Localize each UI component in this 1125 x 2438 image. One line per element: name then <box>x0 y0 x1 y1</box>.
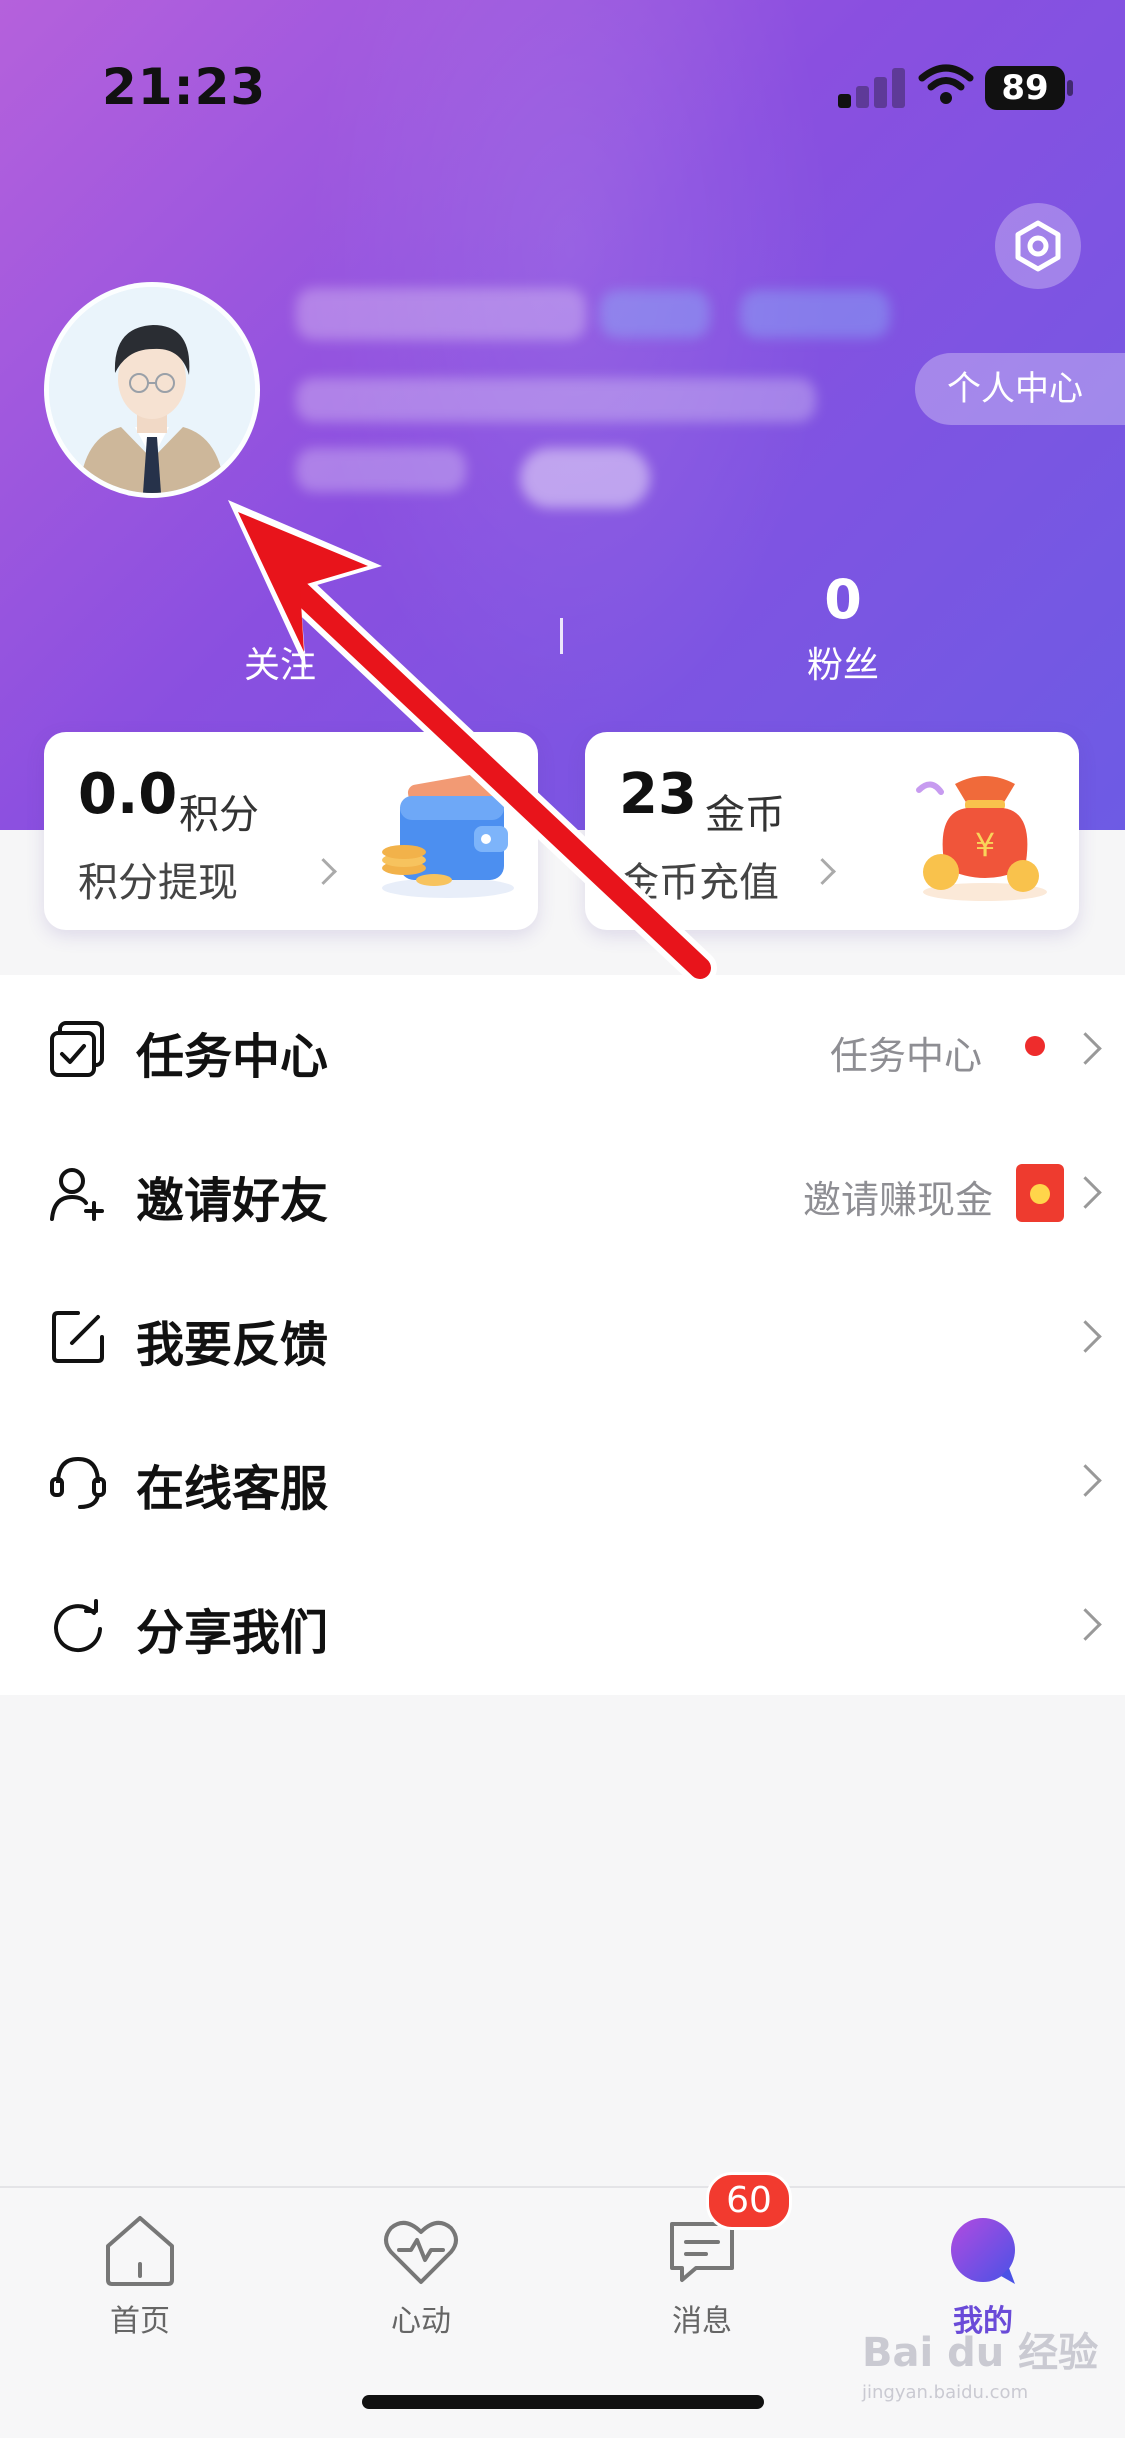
tab-heartbeat[interactable]: 心动 <box>341 2212 501 2340</box>
menu-item-share-us[interactable]: 分享我们 <box>0 1551 1125 1695</box>
fans-count: 0 <box>824 568 862 631</box>
red-envelope-icon <box>1016 1164 1064 1222</box>
message-count-badge: 60 <box>706 2172 792 2230</box>
home-icon <box>106 2216 174 2286</box>
share-icon <box>54 1599 102 1653</box>
menu-item-online-support[interactable]: 在线客服 <box>0 1407 1125 1551</box>
tab-home[interactable]: 首页 <box>60 2212 220 2340</box>
status-bar: 21:23 89 <box>0 0 1125 140</box>
points-value: 0.0 <box>78 762 178 827</box>
points-card[interactable]: 0.0 积分 积分提现 <box>44 732 538 930</box>
menu-list: 任务中心 任务中心 邀请好友 邀请赚现金 我要反馈 在线客服 分享我们 <box>0 975 1125 1695</box>
coins-value: 23 <box>619 762 697 827</box>
chevron-right-icon <box>1069 1176 1102 1209</box>
settings-hexagon-icon <box>1015 220 1061 272</box>
avatar-illustration <box>49 287 255 493</box>
blurred-edit-pill <box>520 448 650 508</box>
blurred-username <box>296 288 586 340</box>
menu-item-label: 分享我们 <box>136 1605 329 1661</box>
battery-indicator: 89 <box>985 66 1065 110</box>
coins-unit: 金币 <box>705 792 785 838</box>
blurred-tag <box>600 290 710 338</box>
svg-text:¥: ¥ <box>975 826 995 864</box>
tab-label: 心动 <box>391 2304 451 2339</box>
menu-item-label: 任务中心 <box>136 1029 329 1085</box>
watermark-url: jingyan.baidu.com <box>862 2382 1029 2403</box>
settings-button[interactable] <box>995 203 1081 289</box>
tab-messages[interactable]: 消息 <box>622 2212 782 2340</box>
coins-card[interactable]: 23 金币 金币充值 ¥ <box>585 732 1079 930</box>
fans-label: 粉丝 <box>806 645 879 686</box>
points-unit: 积分 <box>179 792 259 838</box>
headset-icon <box>50 1456 106 1509</box>
menu-item-label: 我要反馈 <box>136 1317 329 1373</box>
menu-item-label: 邀请好友 <box>136 1173 329 1229</box>
tab-label: 首页 <box>110 2304 170 2339</box>
baidu-jingyan-watermark: Bai du 经验 jingyan.baidu.com <box>862 2320 1112 2410</box>
menu-item-hint: 任务中心 <box>830 1034 983 1078</box>
profile-icon <box>951 2218 1015 2284</box>
chevron-right-icon <box>809 858 836 885</box>
task-icon <box>50 1021 104 1077</box>
follow-label: 关注 <box>243 645 316 686</box>
watermark-brand: Bai du 经验 <box>862 2330 1099 2376</box>
heartbeat-icon <box>384 2220 458 2284</box>
feedback-edit-icon <box>52 1311 104 1363</box>
chevron-right-icon <box>1069 1608 1102 1641</box>
battery-cap <box>1067 80 1073 96</box>
chevron-right-icon <box>1069 1032 1102 1065</box>
menu-item-label: 在线客服 <box>136 1461 329 1517</box>
points-withdraw-label: 积分提现 <box>78 860 238 906</box>
follow-count <box>180 568 380 632</box>
menu-item-hint: 邀请赚现金 <box>803 1178 994 1222</box>
blurred-user-meta <box>296 448 466 492</box>
signal-icon <box>838 66 908 108</box>
personal-center-button[interactable]: 个人中心 <box>915 353 1125 425</box>
follow-stat[interactable]: 关注 <box>180 568 380 688</box>
blurred-tag <box>740 290 890 338</box>
status-time: 21:23 <box>102 58 267 116</box>
coins-recharge-label: 金币充值 <box>619 860 779 906</box>
chevron-right-icon <box>310 858 337 885</box>
wallet-icon <box>382 771 514 898</box>
blurred-user-id <box>296 378 816 422</box>
invite-user-icon <box>50 1168 104 1221</box>
wifi-icon <box>918 64 974 104</box>
tab-label: 消息 <box>672 2304 732 2339</box>
chevron-right-icon <box>1069 1320 1102 1353</box>
menu-item-feedback[interactable]: 我要反馈 <box>0 1263 1125 1407</box>
menu-item-task-center[interactable]: 任务中心 任务中心 <box>0 975 1125 1119</box>
money-bag-icon: ¥ <box>916 776 1047 901</box>
fans-stat[interactable]: 0 粉丝 <box>743 568 943 688</box>
stat-divider <box>560 618 563 654</box>
avatar[interactable] <box>44 282 260 498</box>
home-indicator <box>362 2395 764 2409</box>
chevron-right-icon <box>1069 1464 1102 1497</box>
notification-dot <box>1025 1036 1045 1056</box>
menu-item-invite-friends[interactable]: 邀请好友 邀请赚现金 <box>0 1119 1125 1263</box>
